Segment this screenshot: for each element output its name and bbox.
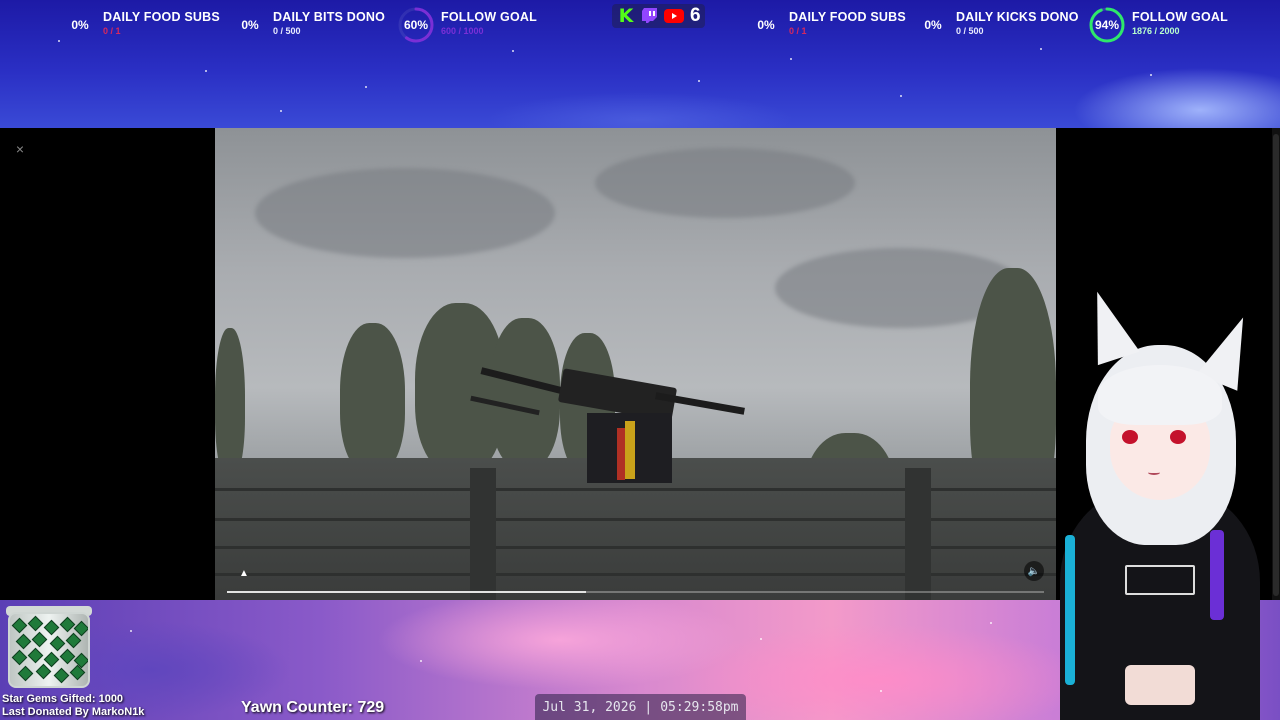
star-sparkle	[130, 630, 132, 632]
video-flag	[617, 428, 625, 480]
star-sparkle	[880, 690, 882, 692]
yawn-counter: Yawn Counter: 729	[241, 699, 385, 716]
avatar-midriff	[1125, 665, 1195, 705]
goal-progress: 600 / 1000	[441, 26, 484, 36]
platform-count: 6	[690, 5, 701, 26]
goal-percent: 60%	[403, 18, 429, 32]
gem-icon	[17, 665, 34, 682]
star-sparkle	[1150, 74, 1152, 76]
star-sparkle	[205, 70, 207, 72]
goal-title: FOLLOW GOAL	[441, 10, 537, 24]
goal-follow-right: 94% FOLLOW GOAL 1876 / 2000	[1088, 6, 1228, 44]
goal-percent: 0%	[757, 18, 775, 32]
avatar-mouth	[1148, 470, 1160, 475]
video-wall-post	[470, 468, 496, 600]
top-banner: 0% DAILY FOOD SUBS 0 / 1 0% DAILY BITS D…	[0, 0, 1280, 128]
twitch-icon	[640, 6, 660, 26]
star-gem-jar	[8, 612, 90, 688]
video-progress-bar[interactable]	[227, 591, 1044, 593]
goal-title: FOLLOW GOAL	[1132, 10, 1228, 24]
goal-daily-bits-dono: 0% DAILY BITS DONO 0 / 500	[233, 8, 385, 42]
star-sparkle	[760, 638, 762, 640]
gem-icon	[73, 620, 88, 637]
star-sparkle	[790, 58, 792, 60]
goal-title: DAILY FOOD SUBS	[103, 10, 220, 24]
video-cloud	[595, 148, 855, 218]
gem-icon	[35, 663, 52, 680]
goal-ring: 60%	[397, 6, 435, 44]
date-text: Jul 31, 2026	[542, 699, 637, 715]
star-sparkle	[512, 50, 514, 52]
goal-daily-food-subs-left: 0% DAILY FOOD SUBS 0 / 1	[63, 8, 220, 42]
goal-progress: 0 / 1	[789, 26, 807, 36]
datetime-display: Jul 31, 2026 | 05:29:58pm	[535, 694, 746, 720]
video-cloud	[255, 168, 555, 258]
star-sparkle	[900, 95, 902, 97]
gem-icon	[11, 617, 28, 634]
gem-icon	[31, 631, 48, 648]
star-sparkle	[280, 110, 282, 112]
goal-daily-food-subs-right: 0% DAILY FOOD SUBS 0 / 1	[749, 8, 906, 42]
datetime-separator: |	[644, 699, 653, 715]
goal-progress: 0 / 500	[273, 26, 301, 36]
goal-progress: 0 / 1	[103, 26, 121, 36]
goal-title: DAILY KICKS DONO	[956, 10, 1079, 24]
star-sparkle	[420, 660, 422, 662]
time-text: 05:29:58pm	[660, 699, 739, 715]
last-donated: Last Donated By MarkoN1k	[2, 706, 145, 718]
star-sparkle	[1040, 48, 1042, 50]
gem-icon	[27, 615, 44, 632]
video-wall-post	[905, 468, 931, 600]
gem-icon	[27, 647, 44, 664]
gem-icon	[69, 664, 86, 681]
gem-icon	[53, 667, 70, 684]
goal-percent: 0%	[71, 18, 89, 32]
gem-icon	[59, 648, 76, 665]
goal-progress: 0 / 500	[956, 26, 984, 36]
platform-counter: K 6	[612, 4, 705, 28]
gem-icon	[43, 619, 60, 636]
kick-icon: K	[618, 5, 634, 27]
gem-icon	[59, 616, 76, 633]
vtuber-avatar	[1040, 284, 1280, 720]
star-sparkle	[698, 80, 700, 82]
goal-title: DAILY BITS DONO	[273, 10, 386, 24]
goal-percent: 94%	[1094, 18, 1120, 32]
avatar-shirt-logo	[1125, 565, 1195, 595]
video-tree	[490, 318, 560, 468]
gem-icon	[11, 649, 28, 666]
avatar-eye	[1122, 430, 1138, 444]
goal-progress: 1876 / 2000	[1132, 26, 1180, 36]
close-icon[interactable]: ×	[10, 139, 30, 159]
gem-icon	[65, 632, 82, 649]
goal-percent: 0%	[241, 18, 259, 32]
video-tree	[215, 328, 245, 478]
youtube-icon	[664, 9, 684, 23]
gem-icon	[15, 633, 32, 650]
avatar-cat-ear	[1076, 284, 1140, 366]
goal-title: DAILY FOOD SUBS	[789, 10, 906, 24]
avatar-jacket-accent	[1065, 535, 1075, 685]
star-sparkle	[365, 86, 367, 88]
star-sparkle	[58, 40, 60, 42]
goal-follow-left: 60% FOLLOW GOAL 600 / 1000	[397, 6, 537, 44]
star-sparkle	[990, 622, 992, 624]
gem-icon	[49, 635, 66, 652]
video-player[interactable]: ▲ 🔈	[215, 128, 1056, 600]
mouse-cursor-icon: ▲	[239, 568, 249, 579]
gem-icon	[43, 651, 60, 668]
star-gems-gifted: Star Gems Gifted: 1000	[2, 693, 124, 705]
video-progress-fill	[227, 591, 587, 593]
video-flag	[625, 421, 635, 479]
goal-daily-kicks-dono: 0% DAILY KICKS DONO 0 / 500	[916, 8, 1079, 42]
video-tree	[340, 323, 405, 473]
goal-ring: 94%	[1088, 6, 1126, 44]
avatar-bangs	[1098, 365, 1222, 425]
goal-percent: 0%	[924, 18, 942, 32]
avatar-eye	[1170, 430, 1186, 444]
avatar-jacket-accent	[1210, 530, 1224, 620]
